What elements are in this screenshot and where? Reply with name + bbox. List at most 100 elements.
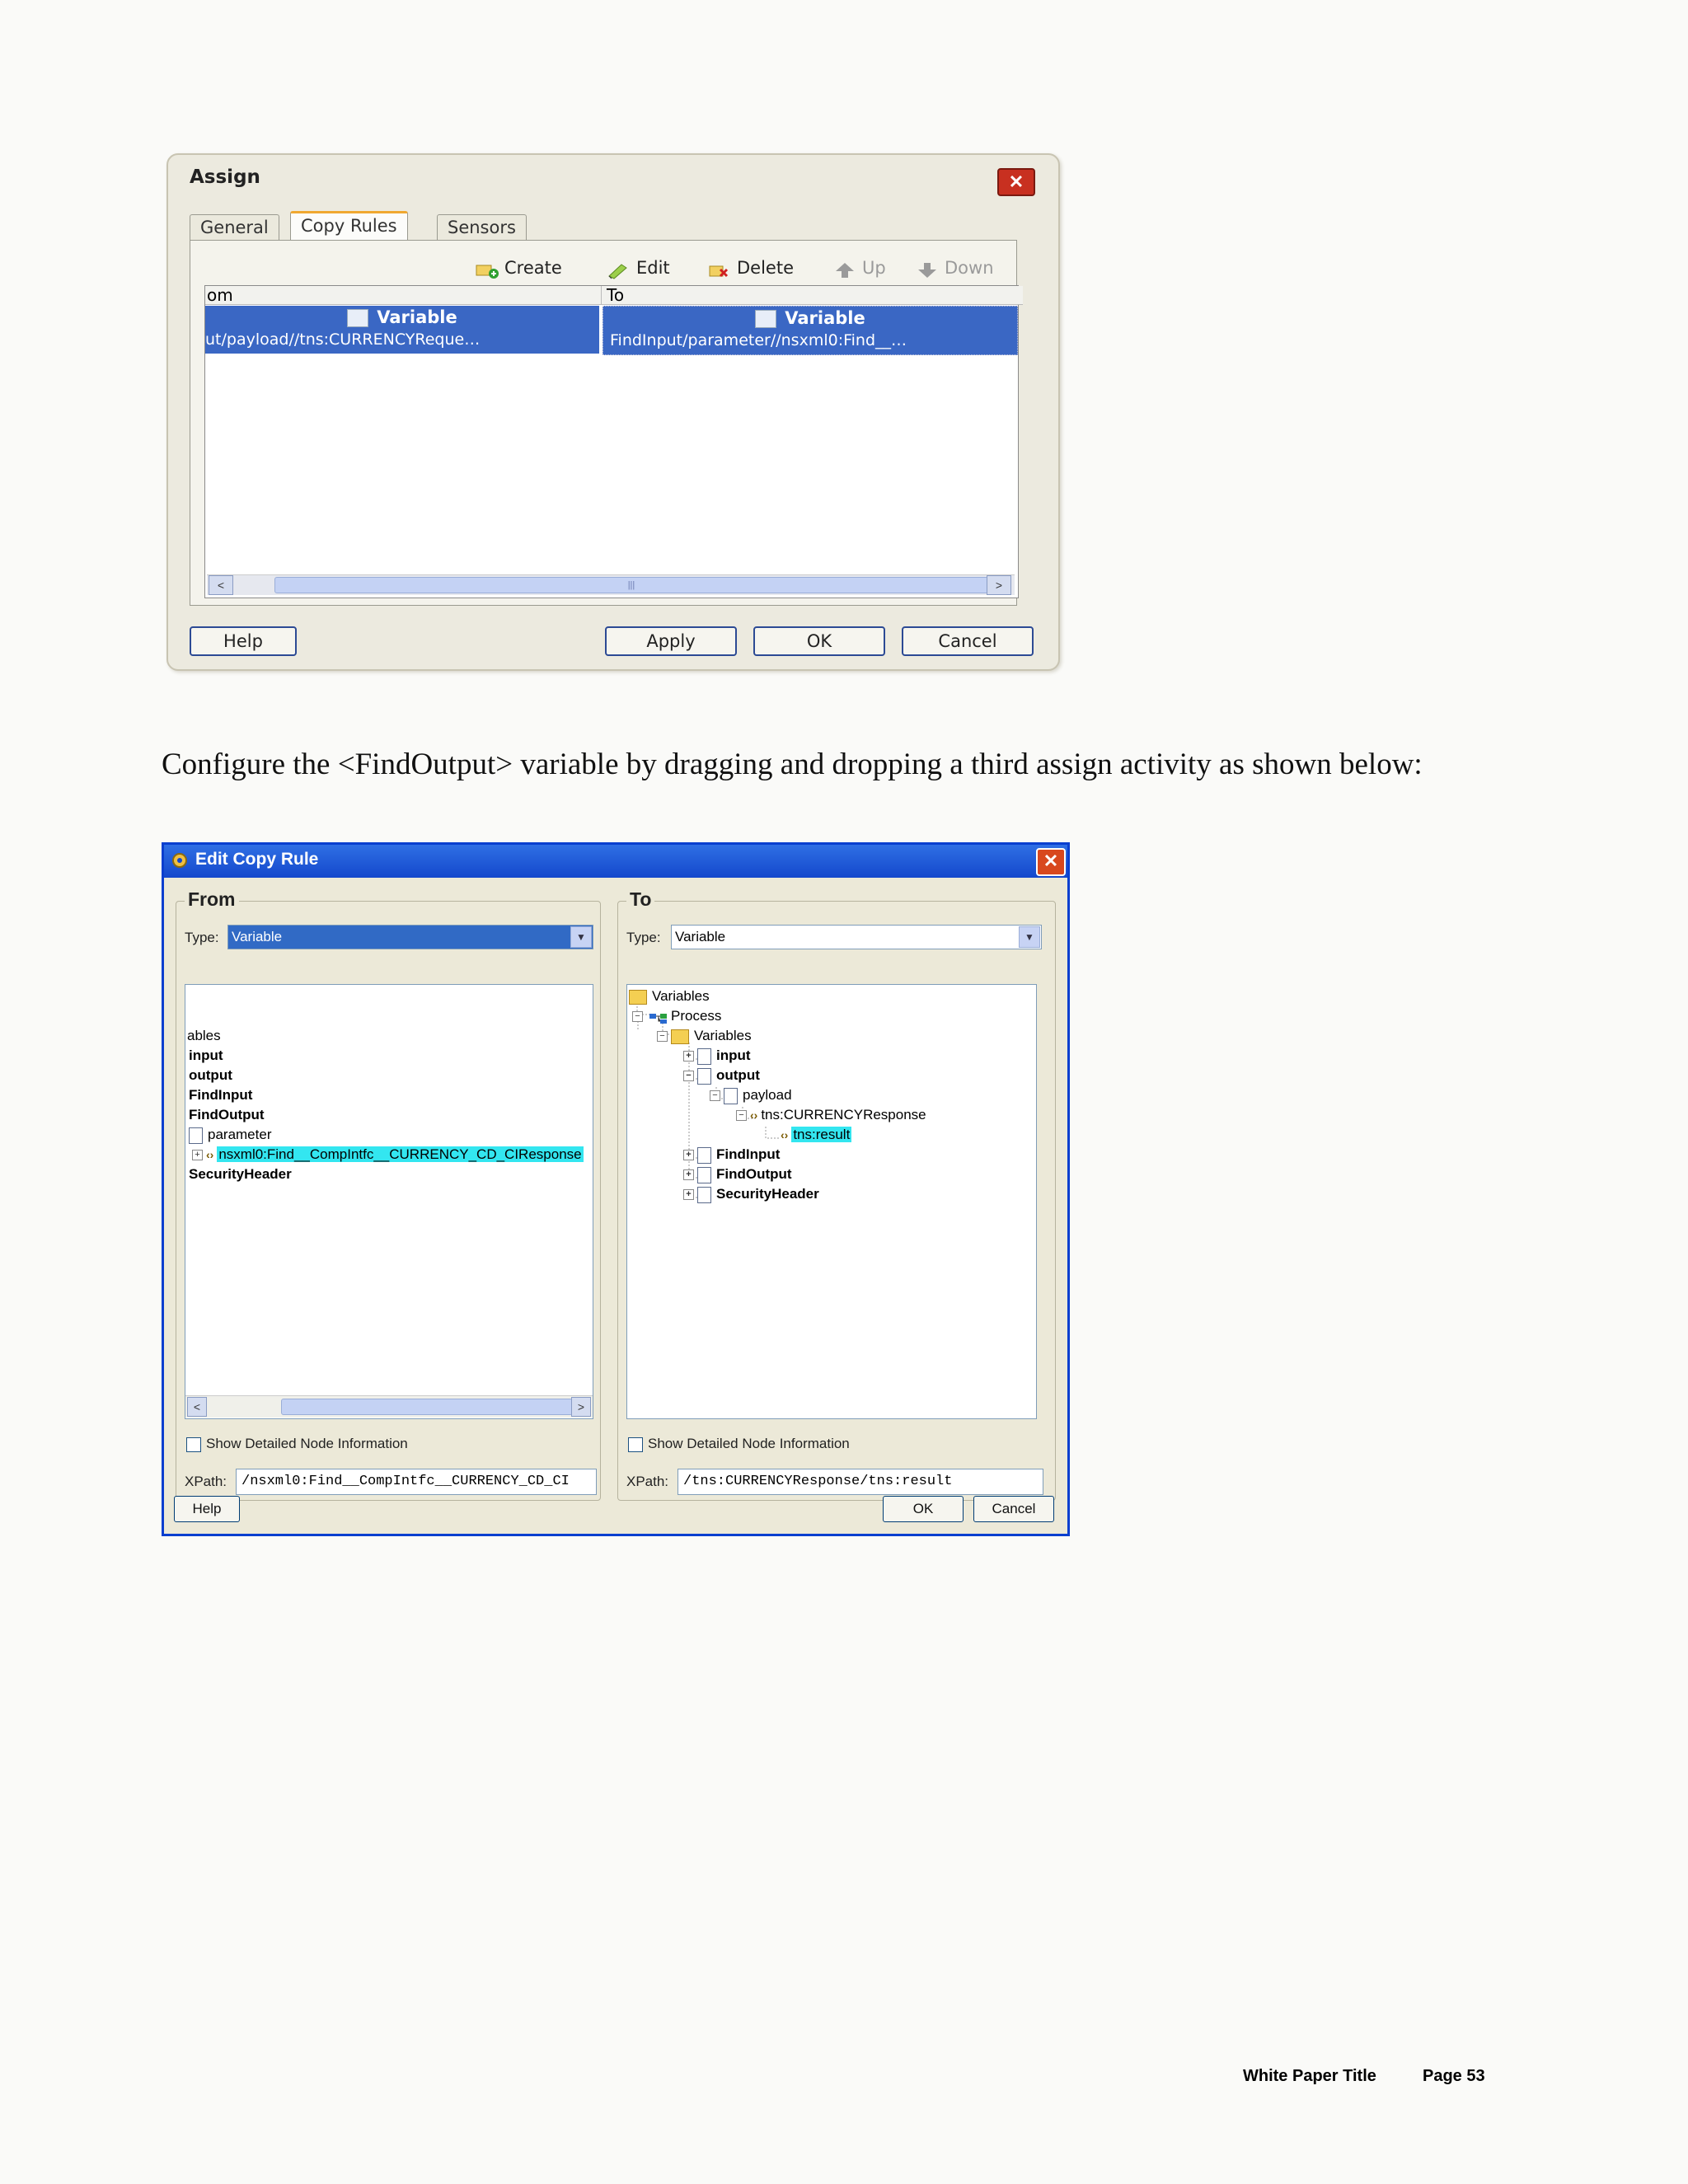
footer-page-number: Page 53 — [1423, 2067, 1485, 2085]
document-icon — [724, 1087, 738, 1104]
tree-node[interactable]: − Variables — [657, 1026, 752, 1046]
xpath-label: XPath: — [185, 1474, 227, 1489]
type-value: Variable — [675, 929, 726, 944]
document-icon — [697, 1047, 711, 1065]
down-label: Down — [945, 258, 994, 278]
apply-button[interactable]: Apply — [605, 626, 737, 656]
xpath-input[interactable]: /tns:CURRENCYResponse/tns:result — [678, 1469, 1043, 1495]
tree-node[interactable]: SecurityHeader — [189, 1165, 292, 1184]
close-button[interactable]: ✕ — [997, 168, 1035, 196]
delete-button[interactable]: Delete — [707, 254, 794, 282]
expand-icon[interactable]: + — [683, 1150, 694, 1161]
horizontal-scrollbar[interactable]: < ||| > — [207, 574, 1015, 595]
show-detail-checkbox[interactable] — [186, 1437, 201, 1452]
variable-icon — [755, 310, 777, 328]
scroll-left-button[interactable]: < — [209, 575, 233, 595]
to-group-label: To — [626, 888, 655, 911]
collapse-icon[interactable]: − — [683, 1071, 694, 1082]
create-icon — [475, 260, 499, 279]
from-group-label: From — [185, 888, 239, 911]
tree-node[interactable]: − Process — [632, 1006, 721, 1026]
tree-node[interactable]: + FindInput — [683, 1145, 780, 1165]
tree-node[interactable]: output — [189, 1066, 232, 1085]
tree-node[interactable]: FindInput — [189, 1085, 252, 1105]
collapse-icon[interactable]: − — [710, 1090, 720, 1102]
tree-node-selected[interactable]: ‹› tns:result — [781, 1125, 852, 1145]
tree-node[interactable]: + SecurityHeader — [683, 1184, 819, 1204]
tab-copy-rules[interactable]: Copy Rules — [290, 211, 408, 243]
tab-sensors[interactable]: Sensors — [437, 214, 527, 240]
expand-icon[interactable]: + — [683, 1051, 694, 1062]
column-header-to[interactable]: To — [602, 286, 1023, 305]
tree-node-selected[interactable]: + ‹› nsxml0:Find__CompIntfc__CURRENCY_CD_C… — [192, 1145, 584, 1165]
element-icon: ‹› — [206, 1148, 214, 1161]
type-label: Type: — [185, 930, 219, 945]
collapse-icon[interactable]: − — [632, 1011, 643, 1023]
xpath-input[interactable]: /nsxml0:Find__CompIntfc__CURRENCY_CD_CI — [236, 1469, 597, 1495]
column-header-from[interactable]: om — [205, 286, 602, 305]
tree-node[interactable]: + FindOutput — [683, 1165, 792, 1184]
chevron-down-icon[interactable]: ▼ — [570, 926, 592, 948]
cancel-button[interactable]: Cancel — [973, 1496, 1054, 1522]
cancel-button[interactable]: Cancel — [902, 626, 1034, 656]
type-select[interactable]: Variable ▼ — [227, 925, 593, 949]
table-row-from-cell[interactable]: Variable ut/payload//tns:CURRENCYReque… — [205, 306, 599, 354]
help-button[interactable]: Help — [190, 626, 297, 656]
tree-node[interactable]: Variables — [629, 987, 710, 1006]
delete-label: Delete — [737, 258, 794, 278]
variable-icon — [347, 309, 369, 327]
scroll-thumb[interactable]: ||| — [274, 577, 988, 593]
delete-icon — [707, 260, 732, 278]
tree-node[interactable]: + input — [683, 1046, 751, 1066]
document-icon — [697, 1146, 711, 1164]
scroll-thumb[interactable] — [281, 1399, 573, 1415]
gear-icon — [171, 851, 189, 869]
edit-copy-rule-dialog: Edit Copy Rule ✕ From Type: Variable ▼ a… — [162, 842, 1070, 1536]
to-path: FindInput/parameter//nsxml0:Find__… — [610, 331, 907, 349]
collapse-icon[interactable]: − — [736, 1110, 747, 1122]
close-button[interactable]: ✕ — [1036, 848, 1066, 876]
assign-dialog: Assign ✕ General Copy Rules Sensors Crea… — [166, 153, 1060, 671]
tree-node[interactable]: input — [189, 1046, 223, 1066]
scroll-right-button[interactable]: > — [987, 575, 1011, 595]
tab-general[interactable]: General — [190, 214, 279, 240]
body-paragraph: Configure the <FindOutput> variable by d… — [162, 748, 1423, 781]
folder-icon — [671, 1029, 689, 1044]
create-button[interactable]: Create — [475, 254, 562, 282]
help-button[interactable]: Help — [174, 1496, 240, 1522]
type-select[interactable]: Variable ▼ — [671, 925, 1042, 949]
copy-rules-table: om To Variable ut/payload//tns:CURRENCYR… — [204, 285, 1023, 598]
scroll-right-button[interactable]: > — [571, 1397, 591, 1417]
horizontal-scrollbar[interactable]: < > — [185, 1395, 593, 1418]
show-detail-checkbox[interactable] — [628, 1437, 643, 1452]
dialog-title: Edit Copy Rule — [195, 850, 319, 869]
up-label: Up — [862, 258, 886, 278]
scroll-left-button[interactable]: < — [187, 1397, 207, 1417]
expand-icon[interactable]: + — [192, 1150, 203, 1161]
element-icon: ‹› — [781, 1128, 789, 1141]
down-arrow-icon — [915, 260, 940, 278]
collapse-icon[interactable]: − — [657, 1031, 668, 1043]
from-group: From Type: Variable ▼ ables input output… — [176, 888, 601, 1501]
tree-node[interactable]: − ‹› tns:CURRENCYResponse — [736, 1105, 926, 1125]
tree-node[interactable]: − output — [683, 1066, 760, 1085]
from-tree: ables input output FindInput FindOutput … — [185, 984, 593, 1419]
down-button[interactable]: Down — [915, 254, 994, 282]
folder-icon — [629, 989, 647, 1005]
ok-button[interactable]: OK — [883, 1496, 964, 1522]
expand-icon[interactable]: + — [683, 1189, 694, 1201]
table-row-to-cell[interactable]: Variable FindInput/parameter//nsxml0:Fin… — [603, 306, 1018, 355]
expand-icon[interactable]: + — [683, 1169, 694, 1181]
document-icon — [189, 1127, 203, 1144]
ok-button[interactable]: OK — [753, 626, 885, 656]
chevron-down-icon[interactable]: ▼ — [1019, 926, 1040, 948]
up-button[interactable]: Up — [832, 254, 886, 282]
to-tree: Variables − Process − Variables + input − ou… — [626, 984, 1037, 1419]
tree-node[interactable]: FindOutput — [189, 1105, 265, 1125]
document-icon — [697, 1186, 711, 1203]
edit-button[interactable]: Edit — [607, 254, 670, 282]
title-bar[interactable]: Edit Copy Rule ✕ — [164, 845, 1067, 878]
tree-node[interactable]: ables — [187, 1026, 221, 1046]
tree-node[interactable]: − payload — [710, 1085, 792, 1105]
tree-node[interactable]: parameter — [189, 1125, 271, 1145]
